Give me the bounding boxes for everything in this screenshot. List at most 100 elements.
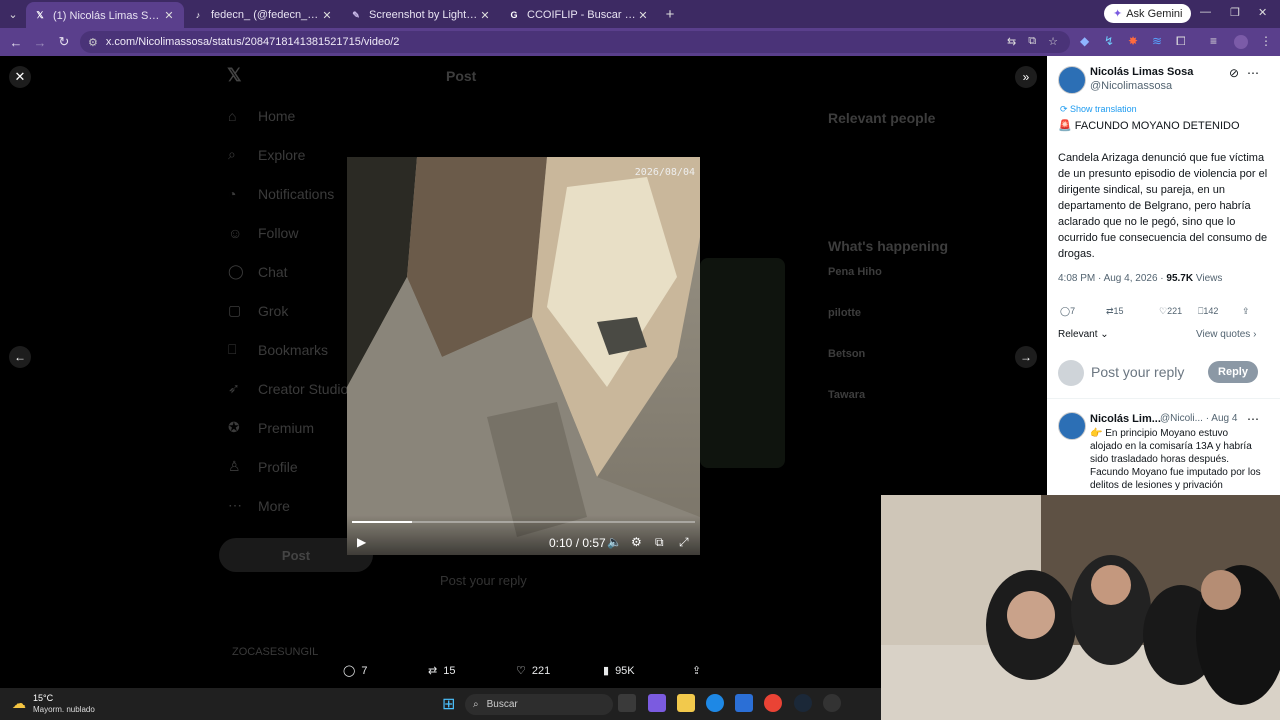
nav-home[interactable]: ⌂ Home: [228, 96, 348, 135]
share-action[interactable]: ⇪: [692, 664, 701, 677]
address-bar[interactable]: ⚙ x.com/Nicolimassosa/status/20847181413…: [80, 31, 1070, 53]
close-tab-icon[interactable]: ✕: [636, 9, 650, 22]
repost-stat[interactable]: ⇄ 15: [1106, 306, 1124, 317]
trend-item[interactable]: Tawara: [828, 389, 948, 430]
account-name[interactable]: ZOCASESUNGIL: [232, 646, 318, 658]
show-translation-link[interactable]: ⟳ Show translation: [1060, 104, 1137, 115]
app-icon[interactable]: [823, 694, 841, 712]
pip-icon[interactable]: ⧉: [655, 535, 664, 550]
video-player[interactable]: 2026/08/04 ▶ 0:10 / 0:57 🔈 ⚙ ⧉ ⤢: [347, 157, 700, 555]
grok-explain-icon[interactable]: ⊘: [1229, 66, 1239, 80]
tab-x-post[interactable]: 𝕏 (1) Nicolás Limas Sosa on X: "🚨 ✕: [26, 2, 184, 28]
google-icon: G: [510, 10, 518, 20]
like-action[interactable]: ♡ 221: [516, 664, 550, 678]
show-translation-label: Show translation: [1070, 104, 1137, 114]
task-view-icon[interactable]: [618, 694, 636, 712]
fullscreen-icon[interactable]: ⤢: [679, 535, 689, 550]
share-icon[interactable]: ⇪: [1242, 306, 1250, 317]
new-tab-icon[interactable]: +: [658, 6, 682, 23]
reading-list-icon[interactable]: ≡: [1210, 34, 1217, 48]
close-tab-icon[interactable]: ✕: [162, 9, 176, 22]
file-explorer-icon[interactable]: [677, 694, 695, 712]
tab-tiktok[interactable]: ♪ fedecn_ (@fedecn_) | TikTok ✕: [184, 2, 342, 28]
taskbar-search[interactable]: ⌕ Buscar: [465, 694, 613, 715]
tab-google[interactable]: G CCOIFLIP - Buscar con Google ✕: [500, 2, 658, 28]
nav-profile[interactable]: ♙ Profile: [228, 447, 348, 486]
profile-avatar[interactable]: [1234, 35, 1248, 49]
reply-stat[interactable]: ◯ 7: [1060, 306, 1075, 317]
expand-panel-icon[interactable]: »: [1015, 66, 1037, 88]
extension-icon[interactable]: ↯: [1104, 34, 1114, 48]
weather-desc[interactable]: Mayorm. nublado: [33, 705, 95, 714]
restore-icon[interactable]: ❐: [1230, 6, 1240, 19]
comment-more-icon[interactable]: ⋯: [1247, 412, 1259, 426]
play-icon[interactable]: ▶: [357, 535, 366, 549]
nav-notifications[interactable]: ◔ Notifications: [228, 174, 348, 213]
nav-chat[interactable]: ◯ Chat: [228, 252, 348, 291]
extension-icon[interactable]: ◆: [1080, 34, 1089, 48]
close-tab-icon[interactable]: ✕: [478, 9, 492, 22]
extensions-puzzle-icon[interactable]: ⧠: [1176, 34, 1186, 49]
store-icon[interactable]: [735, 694, 753, 712]
reply-sort-dropdown[interactable]: Relevant ⌄: [1058, 329, 1109, 340]
site-info-icon[interactable]: ⚙: [88, 36, 98, 49]
ask-gemini-button[interactable]: ✦ Ask Gemini: [1104, 4, 1192, 23]
views-action[interactable]: ▮ 95K: [603, 664, 635, 678]
weather-temp[interactable]: 15°C: [33, 693, 53, 703]
reply-input[interactable]: Post your reply: [1091, 364, 1184, 380]
volume-icon[interactable]: 🔈: [607, 535, 622, 549]
grok-icon: ▢: [228, 302, 242, 318]
nav-bookmarks[interactable]: ⎕ Bookmarks: [228, 330, 348, 369]
weather-icon[interactable]: ☁: [12, 695, 26, 712]
chrome-icon[interactable]: [764, 694, 782, 712]
copilot-icon[interactable]: [648, 694, 666, 712]
video-progress-bar[interactable]: [352, 521, 695, 523]
nav-grok[interactable]: ▢ Grok: [228, 291, 348, 330]
close-window-icon[interactable]: ✕: [1258, 6, 1267, 19]
back-icon[interactable]: ←: [4, 35, 28, 50]
comment-author[interactable]: Nicolás Lim...: [1090, 413, 1161, 425]
trend-item[interactable]: pilotte: [828, 307, 948, 348]
translate-icon[interactable]: ⇆: [1007, 35, 1016, 48]
nav-creator-studio[interactable]: ➶ Creator Studio: [228, 369, 348, 408]
comment-avatar[interactable]: [1058, 412, 1086, 440]
nav-follow[interactable]: ☺ Follow: [228, 213, 348, 252]
nav-more[interactable]: ⋯ More: [228, 486, 348, 525]
settings-gear-icon[interactable]: ⚙: [631, 535, 642, 549]
browser-menu-icon[interactable]: ⋮: [1260, 34, 1272, 48]
windows-start-icon[interactable]: ⊞: [442, 694, 455, 714]
ghost-reply-input: Post your reply: [440, 573, 527, 588]
next-media-icon[interactable]: →: [1015, 346, 1037, 368]
like-stat[interactable]: ♡ 221: [1159, 306, 1182, 317]
trend-item[interactable]: Betson: [828, 348, 948, 389]
reload-icon[interactable]: ↻: [52, 34, 76, 50]
repost-action[interactable]: ⇄ 15: [428, 664, 455, 678]
previous-media-icon[interactable]: ←: [9, 346, 31, 368]
post-time[interactable]: 4:08 PM · Aug 4, 2026 ·: [1058, 273, 1166, 284]
comment-handle[interactable]: @Nicoli... · Aug 4: [1160, 413, 1237, 424]
nav-label: Grok: [258, 302, 289, 319]
install-icon[interactable]: ⧉: [1028, 35, 1036, 48]
reply-action[interactable]: ◯ 7: [343, 664, 367, 678]
extension-icon[interactable]: ≋: [1152, 34, 1162, 48]
view-quotes-link[interactable]: View quotes ›: [1196, 329, 1256, 340]
reply-button[interactable]: Reply: [1208, 361, 1258, 383]
nav-explore[interactable]: ⌕ Explore: [228, 135, 348, 174]
bookmark-stat[interactable]: ⎕ 142: [1198, 306, 1218, 317]
nav-premium[interactable]: ✪ Premium: [228, 408, 348, 447]
author-handle[interactable]: @Nicolimassosa: [1090, 80, 1172, 92]
steam-icon[interactable]: [794, 694, 812, 712]
minimize-icon[interactable]: —: [1200, 6, 1211, 18]
author-name[interactable]: Nicolás Limas Sosa: [1090, 66, 1193, 78]
author-avatar[interactable]: [1058, 66, 1086, 94]
tab-lightshot[interactable]: ✎ Screenshot by Lightshot ✕: [342, 2, 500, 28]
edge-icon[interactable]: [706, 694, 724, 712]
close-media-icon[interactable]: ✕: [9, 66, 31, 88]
trend-item[interactable]: Pena Hiho: [828, 266, 948, 307]
more-options-icon[interactable]: ⋯: [1247, 66, 1259, 80]
forward-icon[interactable]: →: [28, 35, 52, 50]
bookmark-star-icon[interactable]: ☆: [1048, 35, 1058, 48]
tab-search-chevron-icon[interactable]: ⌄: [0, 0, 26, 28]
close-tab-icon[interactable]: ✕: [320, 9, 334, 22]
extension-icon[interactable]: ✸: [1128, 34, 1138, 48]
